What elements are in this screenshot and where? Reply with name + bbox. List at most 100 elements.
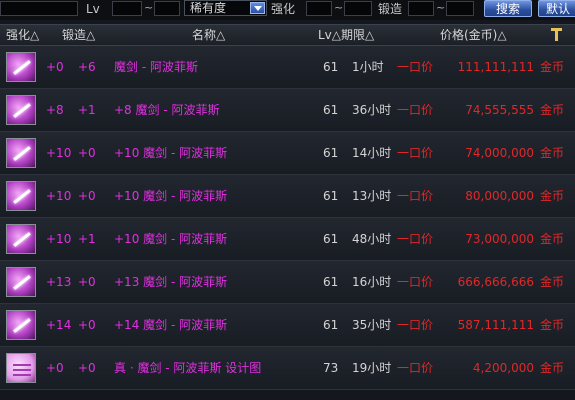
sale-type: 一口价 (397, 103, 434, 117)
enhance-value: +0 (46, 361, 64, 375)
enhance-value: +10 (46, 189, 72, 203)
sword-icon[interactable] (6, 138, 36, 168)
table-row[interactable]: +0 +0 真 · 魔剑 - 阿波菲斯 设计图 73 19小时 一口价 4,20… (0, 347, 575, 390)
lv-min-input[interactable] (112, 1, 142, 16)
currency-label: 金币 (540, 103, 565, 117)
item-level: 61 (323, 189, 339, 203)
rarity-select-value: 稀有度 (190, 1, 227, 15)
item-period: 48小时 (352, 232, 392, 246)
item-price: 73,000,000 (465, 232, 534, 246)
item-price: 4,200,000 (472, 361, 534, 375)
rarity-select[interactable]: 稀有度 (184, 0, 267, 16)
sword-icon[interactable] (6, 224, 36, 254)
name-search-input[interactable] (0, 1, 78, 16)
sort-price[interactable]: 价格(金币)△ (440, 25, 507, 45)
forge-filter-label: 锻造 (378, 2, 403, 16)
enhance-value: +14 (46, 318, 72, 332)
item-level: 61 (323, 146, 339, 160)
sale-type: 一口价 (397, 318, 434, 332)
table-row[interactable]: +14 +0 +14 魔剑 - 阿波菲斯 61 35小时 一口价 587,111… (0, 304, 575, 347)
sword-icon[interactable] (6, 95, 36, 125)
scroll-icon[interactable] (6, 353, 36, 383)
pin-icon[interactable] (551, 28, 563, 42)
item-period: 36小时 (352, 103, 392, 117)
currency-label: 金币 (540, 189, 565, 203)
table-row[interactable]: +10 +0 +10 魔剑 - 阿波菲斯 61 13小时 一口价 80,000,… (0, 175, 575, 218)
item-level: 61 (323, 103, 339, 117)
item-period: 19小时 (352, 361, 392, 375)
sword-icon[interactable] (6, 52, 36, 82)
enhance-value: +13 (46, 275, 72, 289)
item-price: 74,000,000 (465, 146, 534, 160)
sale-type: 一口价 (397, 232, 434, 246)
currency-label: 金币 (540, 60, 565, 74)
forge-min-input[interactable] (408, 1, 434, 16)
enhance-value: +8 (46, 103, 64, 117)
item-level: 61 (323, 275, 339, 289)
lv-max-input[interactable] (154, 1, 180, 16)
enhance-value: +0 (46, 60, 64, 74)
item-level: 61 (323, 60, 339, 74)
forge-tilde: ~ (436, 1, 446, 14)
forge-value: +1 (78, 103, 96, 117)
enhance-max-input[interactable] (344, 1, 372, 16)
item-period: 13小时 (352, 189, 392, 203)
table-row[interactable]: +10 +1 +10 魔剑 - 阿波菲斯 61 48小时 一口价 73,000,… (0, 218, 575, 261)
currency-label: 金币 (540, 361, 565, 375)
sort-lv-period[interactable]: Lv△期限△ (318, 25, 374, 45)
enhance-value: +10 (46, 146, 72, 160)
currency-label: 金币 (540, 318, 565, 332)
item-price: 74,555,555 (465, 103, 534, 117)
table-row[interactable]: +0 +6 魔剑 - 阿波菲斯 61 1小时 一口价 111,111,111 金… (0, 46, 575, 89)
forge-value: +6 (78, 60, 96, 74)
enhance-tilde: ~ (334, 1, 344, 14)
item-name: 真 · 魔剑 - 阿波菲斯 设计图 (114, 361, 262, 375)
item-name: +10 魔剑 - 阿波菲斯 (114, 189, 228, 203)
item-period: 35小时 (352, 318, 392, 332)
filter-bar: Lv ~ 稀有度 强化 ~ 锻造 ~ 搜索 默认 (0, 0, 575, 20)
item-name: 魔剑 - 阿波菲斯 (114, 60, 198, 74)
item-level: 61 (323, 318, 339, 332)
item-name: +14 魔剑 - 阿波菲斯 (114, 318, 228, 332)
item-price: 111,111,111 (457, 60, 534, 74)
sort-name[interactable]: 名称△ (192, 25, 225, 45)
currency-label: 金币 (540, 275, 565, 289)
sword-icon[interactable] (6, 310, 36, 340)
sort-forge[interactable]: 锻造△ (62, 25, 95, 45)
lv-tilde: ~ (144, 1, 154, 14)
item-name: +13 魔剑 - 阿波菲斯 (114, 275, 228, 289)
item-name: +8 魔剑 - 阿波菲斯 (114, 103, 220, 117)
currency-label: 金币 (540, 146, 565, 160)
forge-max-input[interactable] (446, 1, 474, 16)
sort-enhance[interactable]: 强化△ (6, 25, 39, 45)
sale-type: 一口价 (397, 189, 434, 203)
item-name: +10 魔剑 - 阿波菲斯 (114, 146, 228, 160)
sale-type: 一口价 (397, 146, 434, 160)
search-button[interactable]: 搜索 (484, 0, 532, 17)
currency-label: 金币 (540, 232, 565, 246)
sword-icon[interactable] (6, 181, 36, 211)
default-button[interactable]: 默认 (538, 0, 575, 17)
item-price: 587,111,111 (457, 318, 534, 332)
enhance-value: +10 (46, 232, 72, 246)
table-row[interactable]: +13 +0 +13 魔剑 - 阿波菲斯 61 16小时 一口价 666,666… (0, 261, 575, 304)
forge-value: +0 (78, 146, 96, 160)
sale-type: 一口价 (397, 60, 434, 74)
enhance-min-input[interactable] (306, 1, 332, 16)
item-price: 80,000,000 (465, 189, 534, 203)
forge-value: +1 (78, 232, 96, 246)
forge-value: +0 (78, 189, 96, 203)
item-period: 16小时 (352, 275, 392, 289)
sale-type: 一口价 (397, 361, 434, 375)
chevron-down-icon[interactable] (250, 2, 265, 14)
sword-icon[interactable] (6, 267, 36, 297)
auction-list: +0 +6 魔剑 - 阿波菲斯 61 1小时 一口价 111,111,111 金… (0, 46, 575, 390)
item-level: 61 (323, 232, 339, 246)
lv-label: Lv (86, 2, 100, 16)
list-header: 强化△ 锻造△ 名称△ Lv△期限△ 价格(金币)△ (0, 24, 575, 46)
forge-value: +0 (78, 361, 96, 375)
item-period: 14小时 (352, 146, 392, 160)
table-row[interactable]: +8 +1 +8 魔剑 - 阿波菲斯 61 36小时 一口价 74,555,55… (0, 89, 575, 132)
item-price: 666,666,666 (457, 275, 534, 289)
table-row[interactable]: +10 +0 +10 魔剑 - 阿波菲斯 61 14小时 一口价 74,000,… (0, 132, 575, 175)
